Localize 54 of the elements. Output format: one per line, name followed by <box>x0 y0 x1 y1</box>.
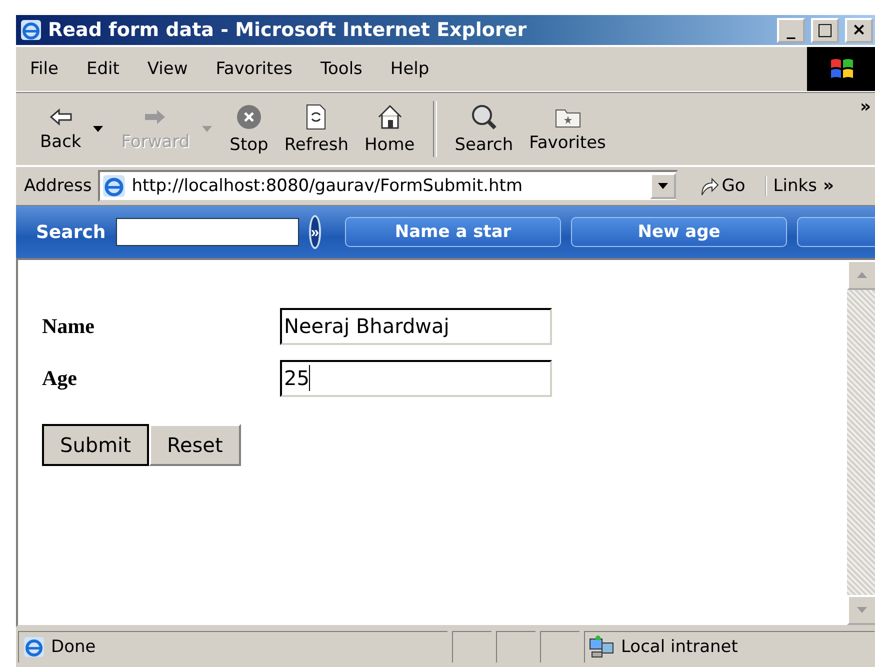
window-title: Read form data - Microsoft Internet Explorer <box>48 19 528 41</box>
dropdown-arrow-icon <box>658 183 668 189</box>
text-field[interactable]: Neeraj Bhardwaj <box>280 308 552 344</box>
menu-item[interactable]: Favorites <box>202 59 307 79</box>
go-button[interactable]: Go <box>684 175 760 197</box>
home-button[interactable]: Home <box>356 103 423 155</box>
maximize-button[interactable]: □ <box>811 18 839 42</box>
menu-item[interactable]: Help <box>376 59 444 79</box>
menu-item[interactable]: File <box>16 59 72 79</box>
address-field[interactable]: http://localhost:8080/gaurav/FormSubmit.htm <box>98 170 678 202</box>
scrollbar[interactable] <box>847 260 875 625</box>
menu-item[interactable]: View <box>133 59 202 79</box>
back-button[interactable]: Back <box>32 106 90 152</box>
favorites-button[interactable]: Favorites <box>521 105 614 153</box>
status-pane <box>540 631 580 663</box>
home-icon <box>376 103 404 131</box>
link-button[interactable]: New age <box>571 217 788 247</box>
search-icon <box>470 103 498 131</box>
search-label: Search <box>36 222 106 242</box>
browser-icon <box>20 19 42 41</box>
refresh-icon <box>304 103 328 131</box>
minimize-button[interactable]: _ <box>777 18 805 42</box>
more-button[interactable]: » <box>860 97 875 117</box>
dropdown-button[interactable] <box>650 173 676 199</box>
network-computers-icon <box>589 635 615 659</box>
page-icon <box>102 174 126 198</box>
stop-icon <box>234 103 263 131</box>
refresh-button[interactable]: Refresh <box>276 103 357 155</box>
status-pane <box>452 631 492 663</box>
stop-button[interactable]: Stop <box>222 103 276 155</box>
search-button[interactable]: Search <box>446 103 522 155</box>
scroll-down-button[interactable] <box>847 595 875 625</box>
page-icon <box>23 636 45 658</box>
left-arrow-icon <box>48 106 74 128</box>
status-pane <box>496 631 536 663</box>
down-arrow-icon <box>857 607 867 613</box>
scroll-up-button[interactable] <box>847 260 875 290</box>
search-go-button[interactable]: » <box>308 215 322 249</box>
close-button[interactable]: × <box>845 18 873 42</box>
dropdown-arrow-icon[interactable] <box>93 126 104 132</box>
field-label: Name <box>42 314 96 338</box>
text-field[interactable]: 25 <box>280 360 552 396</box>
search-field[interactable] <box>116 218 299 246</box>
menu-item[interactable]: Edit <box>72 59 134 79</box>
address-label: Address <box>24 176 92 196</box>
links-button[interactable]: Links » <box>765 176 840 196</box>
menu-item[interactable]: Tools <box>306 59 376 79</box>
link-button[interactable]: Name a star <box>345 217 562 247</box>
reset-button[interactable]: Reset <box>148 424 241 466</box>
zone-text: Local intranet <box>621 637 738 657</box>
up-arrow-icon <box>857 272 867 278</box>
submit-button[interactable]: Submit <box>42 424 149 466</box>
field-label: Age <box>42 366 78 390</box>
status-text: Done <box>51 637 96 657</box>
